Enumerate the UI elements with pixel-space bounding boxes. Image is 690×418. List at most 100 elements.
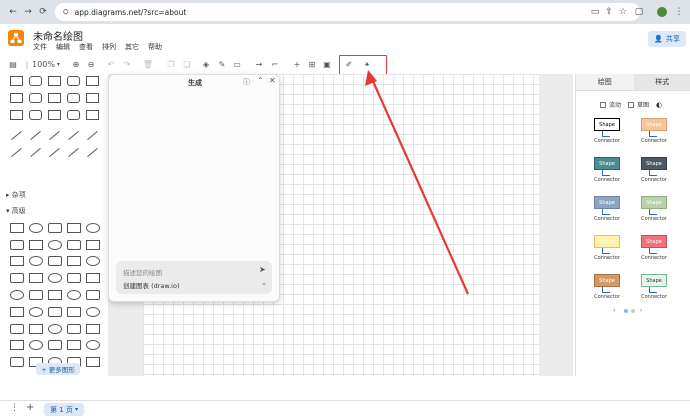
- line-color-icon[interactable]: ✎: [217, 57, 227, 71]
- library-shape-56[interactable]: [29, 324, 43, 334]
- close-icon[interactable]: ✕: [269, 76, 276, 85]
- library-shape-7[interactable]: [48, 93, 61, 103]
- library-shape-53[interactable]: [67, 307, 81, 317]
- library-shape-12[interactable]: [48, 110, 61, 120]
- style-option-2[interactable]: Shape Connector: [639, 118, 669, 148]
- prompt-input[interactable]: 描述您的绘图: [123, 267, 162, 277]
- library-shape-63[interactable]: [67, 340, 81, 350]
- library-shape-51[interactable]: [29, 307, 43, 317]
- library-shape-39[interactable]: [86, 256, 100, 266]
- library-shape-22[interactable]: [49, 147, 60, 158]
- style-option-4[interactable]: Shape Connector: [639, 157, 669, 187]
- library-shape-48[interactable]: [67, 290, 81, 300]
- connection-icon[interactable]: →: [254, 57, 264, 71]
- library-shape-50[interactable]: [10, 307, 24, 317]
- library-shape-18[interactable]: [68, 130, 79, 141]
- more-shapes-button[interactable]: + 更多图形: [36, 363, 80, 375]
- contrast-icon[interactable]: ◐: [656, 101, 662, 109]
- library-shape-24[interactable]: [87, 147, 98, 158]
- star-icon[interactable]: ☆: [616, 5, 630, 19]
- library-shape-27[interactable]: [48, 223, 62, 233]
- library-shape-58[interactable]: [67, 324, 81, 334]
- zoom-in-icon[interactable]: ⊕: [71, 57, 81, 71]
- document-title[interactable]: 未命名绘图: [33, 28, 83, 43]
- model-option[interactable]: 创建图表 (draw.io): [123, 280, 180, 290]
- library-shape-33[interactable]: [67, 240, 81, 250]
- back-icon[interactable]: ←: [6, 5, 20, 19]
- fill-color-icon[interactable]: ◈: [201, 57, 211, 71]
- library-shape-65[interactable]: [10, 357, 24, 367]
- style-option-3[interactable]: Shape Connector: [592, 157, 622, 187]
- style-option-9[interactable]: Shape Connector: [592, 274, 622, 304]
- library-shape-36[interactable]: [29, 256, 43, 266]
- library-shape-26[interactable]: [29, 223, 43, 233]
- share-page-icon[interactable]: ⇪: [602, 5, 616, 19]
- library-shape-30[interactable]: [10, 240, 24, 250]
- site-info-icon[interactable]: ⛭: [63, 8, 69, 17]
- library-shape-28[interactable]: [67, 223, 81, 233]
- prev-icon[interactable]: ‹: [613, 307, 615, 314]
- library-shape-31[interactable]: [29, 240, 43, 250]
- extensions-icon[interactable]: ▢: [632, 5, 646, 19]
- library-shape-20[interactable]: [11, 147, 22, 158]
- library-shape-54[interactable]: [86, 307, 100, 317]
- forward-icon[interactable]: →: [21, 5, 35, 19]
- library-shape-29[interactable]: [86, 223, 100, 233]
- tab-style[interactable]: 样式: [633, 74, 690, 91]
- library-shape-17[interactable]: [49, 130, 60, 141]
- page-dot-active[interactable]: [624, 309, 628, 313]
- menu-edit[interactable]: 编辑: [56, 42, 70, 52]
- library-shape-32[interactable]: [48, 240, 62, 250]
- to-front-icon[interactable]: ❐: [166, 57, 176, 71]
- page-tab[interactable]: 第 1 页 ▾: [44, 403, 84, 416]
- pages-menu-icon[interactable]: ⋮: [10, 403, 19, 413]
- library-shape-34[interactable]: [86, 240, 100, 250]
- help-icon[interactable]: ⓘ: [243, 77, 250, 87]
- menu-extras[interactable]: 其它: [125, 42, 139, 52]
- menu-arrange[interactable]: 排列: [102, 42, 116, 52]
- section-misc[interactable]: ▸ 杂项: [6, 190, 26, 200]
- library-shape-3[interactable]: [67, 76, 80, 86]
- menu-help[interactable]: 帮助: [148, 42, 162, 52]
- library-shape-35[interactable]: [10, 256, 24, 266]
- library-shape-42[interactable]: [48, 273, 62, 283]
- cast-icon[interactable]: ▭: [588, 5, 602, 19]
- library-shape-61[interactable]: [29, 340, 43, 350]
- library-shape-55[interactable]: [10, 324, 24, 334]
- library-shape-43[interactable]: [67, 273, 81, 283]
- library-shape-11[interactable]: [29, 110, 42, 120]
- flow-checkbox[interactable]: [600, 101, 606, 108]
- library-shape-5[interactable]: [10, 93, 23, 103]
- library-shape-45[interactable]: [10, 290, 24, 300]
- library-shape-23[interactable]: [68, 147, 79, 158]
- reload-icon[interactable]: ⟳: [36, 5, 50, 19]
- library-shape-13[interactable]: [67, 110, 80, 120]
- waypoints-icon[interactable]: ⌐: [270, 57, 280, 71]
- undo-icon[interactable]: ↶: [106, 57, 116, 71]
- page-dot[interactable]: [631, 309, 635, 313]
- insert-icon[interactable]: +: [292, 57, 302, 71]
- library-shape-57[interactable]: [48, 324, 62, 334]
- address-bar[interactable]: ⛭ app.diagrams.net/?src=about: [55, 3, 640, 21]
- delete-icon[interactable]: 🗑: [143, 57, 153, 71]
- redo-icon[interactable]: ↷: [122, 57, 132, 71]
- library-shape-64[interactable]: [86, 340, 100, 350]
- chevron-down-icon[interactable]: ⌄: [261, 279, 267, 287]
- browser-menu-icon[interactable]: ⋮: [672, 5, 686, 19]
- style-option-1[interactable]: Shape Connector: [592, 118, 622, 148]
- menu-view[interactable]: 查看: [79, 42, 93, 52]
- zoom-select[interactable]: 100% ▾: [32, 57, 60, 71]
- shapes-icon[interactable]: ▣: [322, 57, 332, 71]
- style-option-6[interactable]: Shape Connector: [639, 196, 669, 226]
- library-shape-62[interactable]: [48, 340, 62, 350]
- section-advanced[interactable]: ▾ 高级: [6, 206, 26, 216]
- style-option-5[interactable]: Shape Connector: [592, 196, 622, 226]
- library-shape-46[interactable]: [29, 290, 43, 300]
- library-shape-16[interactable]: [30, 130, 41, 141]
- library-shape-69[interactable]: [86, 357, 100, 367]
- library-shape-60[interactable]: [10, 340, 24, 350]
- library-shape-6[interactable]: [29, 93, 42, 103]
- library-shape-49[interactable]: [86, 290, 100, 300]
- library-shape-14[interactable]: [86, 110, 99, 120]
- tab-diagram[interactable]: 绘图: [576, 74, 634, 91]
